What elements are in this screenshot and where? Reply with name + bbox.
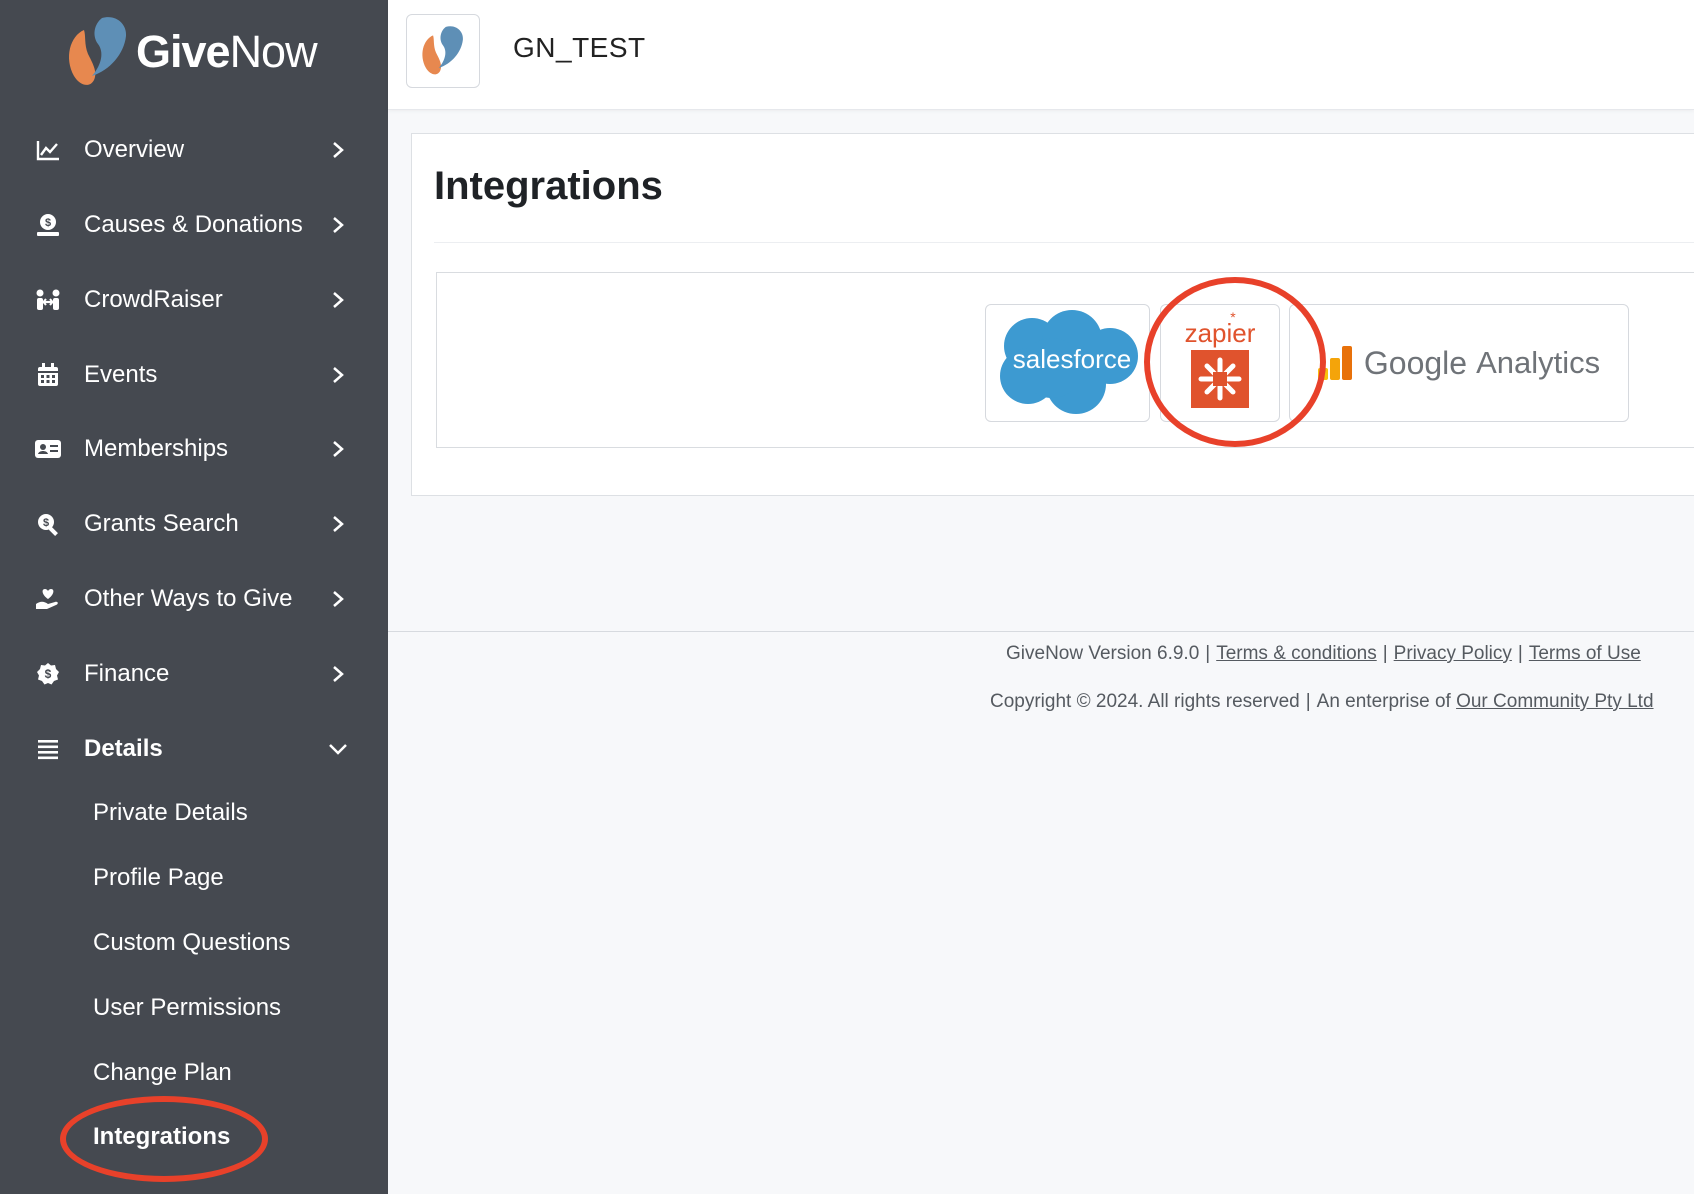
sidebar-subitem-change-plan[interactable]: Change Plan xyxy=(93,1059,232,1087)
sidebar-item-crowdraiser[interactable]: CrowdRaiser xyxy=(0,270,388,330)
people-icon xyxy=(34,286,62,314)
integration-zapier[interactable]: zapier * xyxy=(1160,304,1280,422)
chevron-right-icon xyxy=(328,439,348,459)
dollar-badge-icon: $ xyxy=(34,660,62,688)
svg-text:$: $ xyxy=(43,517,49,529)
integrations-list: salesforce zapier * Google Analytics xyxy=(436,272,1694,448)
footer-copyright: Copyright © 2024. All rights reserved | An… xyxy=(990,691,1654,713)
zapier-logo: zapier * xyxy=(1185,309,1256,408)
sidebar-item-causes-donations[interactable]: $ Causes & Donations xyxy=(0,195,388,255)
sidebar-item-label: Finance xyxy=(84,660,170,687)
chevron-right-icon xyxy=(328,290,348,310)
sidebar-subitem-custom-questions[interactable]: Custom Questions xyxy=(93,929,290,957)
sidebar-item-label: Overview xyxy=(84,136,185,163)
chevron-right-icon xyxy=(328,514,348,534)
sidebar-item-finance[interactable]: $ Finance xyxy=(0,644,388,704)
google-analytics-icon xyxy=(1317,346,1352,380)
copyright-text: Copyright © 2024. All rights reserved xyxy=(990,691,1300,712)
sidebar-item-events[interactable]: Events xyxy=(0,345,388,405)
salesforce-logo: salesforce xyxy=(999,310,1138,414)
org-logo[interactable] xyxy=(406,14,480,88)
integration-salesforce[interactable]: salesforce xyxy=(985,304,1150,422)
sidebar-item-label: Memberships xyxy=(84,435,229,462)
list-icon xyxy=(34,735,62,763)
search-dollar-icon: $ xyxy=(34,510,62,538)
chevron-right-icon xyxy=(328,589,348,609)
sidebar-item-memberships[interactable]: Memberships xyxy=(0,419,388,479)
page-title: Integrations xyxy=(434,164,663,208)
sidebar-item-label: Causes & Donations xyxy=(84,211,303,238)
google-analytics-text-1: Google xyxy=(1363,344,1468,381)
chevron-right-icon xyxy=(328,215,348,235)
chart-line-icon xyxy=(34,136,62,164)
sidebar-item-label: Events xyxy=(84,361,158,388)
org-name: GN_TEST xyxy=(513,32,646,63)
zapier-logo-text: zapier xyxy=(1185,318,1256,348)
integrations-card: Integrations salesforce zapier * Google … xyxy=(411,133,1694,496)
sidebar-item-other-ways-to-give[interactable]: Other Ways to Give xyxy=(0,569,388,629)
givenow-logo[interactable]: GiveNow xyxy=(64,12,318,92)
separator: | xyxy=(1382,643,1388,664)
sidebar-item-grants-search[interactable]: $ Grants Search xyxy=(0,494,388,554)
integration-google-analytics[interactable]: Google Analytics xyxy=(1289,304,1629,422)
svg-text:*: * xyxy=(1230,309,1236,325)
sidebar-item-label: Details xyxy=(84,735,163,762)
brand-name: GiveNow xyxy=(136,26,318,77)
divider xyxy=(434,242,1694,243)
chevron-right-icon xyxy=(328,140,348,160)
sidebar-subitem-private-details[interactable]: Private Details xyxy=(93,799,248,827)
calendar-icon xyxy=(34,361,62,389)
our-community-link[interactable]: Our Community Pty Ltd xyxy=(1456,691,1653,712)
top-bar: GN_TEST xyxy=(388,0,1694,110)
terms-conditions-link[interactable]: Terms & conditions xyxy=(1216,643,1377,664)
hand-heart-icon xyxy=(34,585,62,613)
givenow-heart-icon xyxy=(69,17,127,85)
separator: | xyxy=(1205,643,1211,664)
givenow-heart-icon xyxy=(422,26,463,75)
separator: | xyxy=(1305,691,1311,712)
donation-icon: $ xyxy=(34,211,62,239)
chevron-right-icon xyxy=(328,664,348,684)
sidebar-item-details[interactable]: Details xyxy=(0,719,388,779)
sidebar: GiveNow Overview $ Causes & Donations Cr… xyxy=(0,0,388,1194)
sidebar-subitem-integrations[interactable]: Integrations xyxy=(93,1123,230,1151)
sidebar-subitem-profile-page[interactable]: Profile Page xyxy=(93,864,224,892)
enterprise-prefix: An enterprise of xyxy=(1316,691,1451,712)
sidebar-item-label: Grants Search xyxy=(84,510,239,537)
svg-text:$: $ xyxy=(45,217,51,229)
svg-text:$: $ xyxy=(45,667,52,681)
sidebar-subitem-user-permissions[interactable]: User Permissions xyxy=(93,994,281,1022)
chevron-right-icon xyxy=(328,365,348,385)
separator: | xyxy=(1517,643,1523,664)
privacy-policy-link[interactable]: Privacy Policy xyxy=(1394,643,1512,664)
salesforce-logo-text: salesforce xyxy=(1012,344,1131,374)
terms-of-use-link[interactable]: Terms of Use xyxy=(1529,643,1641,664)
google-analytics-text-2: Analytics xyxy=(1476,345,1601,380)
footer-divider xyxy=(388,631,1694,632)
sidebar-item-overview[interactable]: Overview xyxy=(0,120,388,180)
footer-version: GiveNow Version 6.9.0 xyxy=(1006,643,1200,664)
sidebar-item-label: CrowdRaiser xyxy=(84,286,223,313)
sidebar-item-label: Other Ways to Give xyxy=(84,585,293,612)
footer-links: GiveNow Version 6.9.0 | Terms & conditions… xyxy=(1006,643,1641,665)
id-card-icon xyxy=(34,435,62,463)
chevron-down-icon xyxy=(328,739,348,759)
